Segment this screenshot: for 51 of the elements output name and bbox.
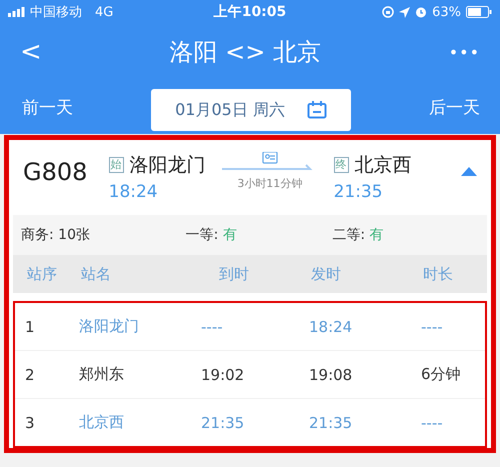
column-header: 时长 bbox=[423, 264, 454, 284]
departure-time: 18:24 bbox=[108, 182, 159, 202]
battery-percent: 63% bbox=[432, 4, 461, 20]
date-picker[interactable]: 01月05日 周六 bbox=[151, 89, 351, 131]
signal-icon bbox=[8, 7, 25, 17]
table-cell-text: 19:08 bbox=[309, 366, 354, 384]
table-cell-text: 1 bbox=[24, 318, 36, 336]
next-day-button[interactable]: 后一天 bbox=[429, 96, 480, 118]
column-header: 发时 bbox=[311, 264, 342, 284]
arrival-time: 21:35 bbox=[334, 182, 384, 202]
train-number: G808 bbox=[23, 157, 88, 186]
table-cell-text: ---- bbox=[421, 414, 444, 432]
start-tag: 始 bbox=[108, 157, 124, 173]
seat-class-label: 商务: bbox=[21, 227, 55, 243]
previous-day-button[interactable]: 前一天 bbox=[22, 96, 73, 118]
end-tag: 终 bbox=[334, 157, 349, 173]
table-cell-text: 北京西 bbox=[79, 413, 125, 432]
alarm-icon bbox=[415, 6, 428, 18]
location-arrow-icon bbox=[399, 6, 410, 18]
more-button[interactable]: ••• bbox=[442, 42, 486, 62]
table-cell-text: 21:35 bbox=[201, 414, 246, 432]
column-header: 到时 bbox=[218, 264, 250, 284]
table-cell-text: ---- bbox=[421, 318, 444, 336]
table-cell-text: 21:35 bbox=[309, 414, 354, 432]
caret-icon bbox=[461, 167, 477, 176]
table-cell-text: 郑州东 bbox=[79, 365, 125, 384]
table-cell-text: 6分钟 bbox=[421, 365, 462, 384]
arrival-station: 北京西 bbox=[354, 153, 412, 178]
network-label: 4G bbox=[95, 4, 114, 20]
seat-class-label: 二等: bbox=[332, 227, 366, 243]
table-cell-text: 2 bbox=[24, 366, 36, 384]
rotation-lock-icon bbox=[382, 6, 394, 18]
table-cell-text: 洛阳龙门 bbox=[79, 317, 140, 336]
seat-class-label: 一等: bbox=[186, 227, 220, 243]
calendar-icon bbox=[306, 101, 327, 119]
seat-availability: 有 bbox=[370, 227, 384, 243]
seat-availability: 10张 bbox=[58, 227, 90, 243]
back-button[interactable]: < bbox=[14, 37, 48, 67]
battery-icon bbox=[466, 6, 492, 18]
column-header: 站序 bbox=[26, 264, 58, 284]
page-title: 洛阳 <> 北京 bbox=[170, 37, 321, 68]
travel-duration: 3小时11分钟 bbox=[237, 176, 302, 191]
column-header: 站名 bbox=[81, 264, 112, 284]
table-cell-text: 18:24 bbox=[309, 318, 354, 336]
clock-time: 上午10:05 bbox=[214, 3, 286, 21]
carrier-label: 中国移动 bbox=[30, 4, 82, 21]
seat-availability: 有 bbox=[222, 227, 237, 243]
table-cell-text: ---- bbox=[201, 318, 224, 336]
table-cell-text: 19:02 bbox=[201, 366, 246, 384]
table-cell-text: 3 bbox=[24, 414, 36, 432]
departure-station: 洛阳龙门 bbox=[130, 153, 206, 178]
